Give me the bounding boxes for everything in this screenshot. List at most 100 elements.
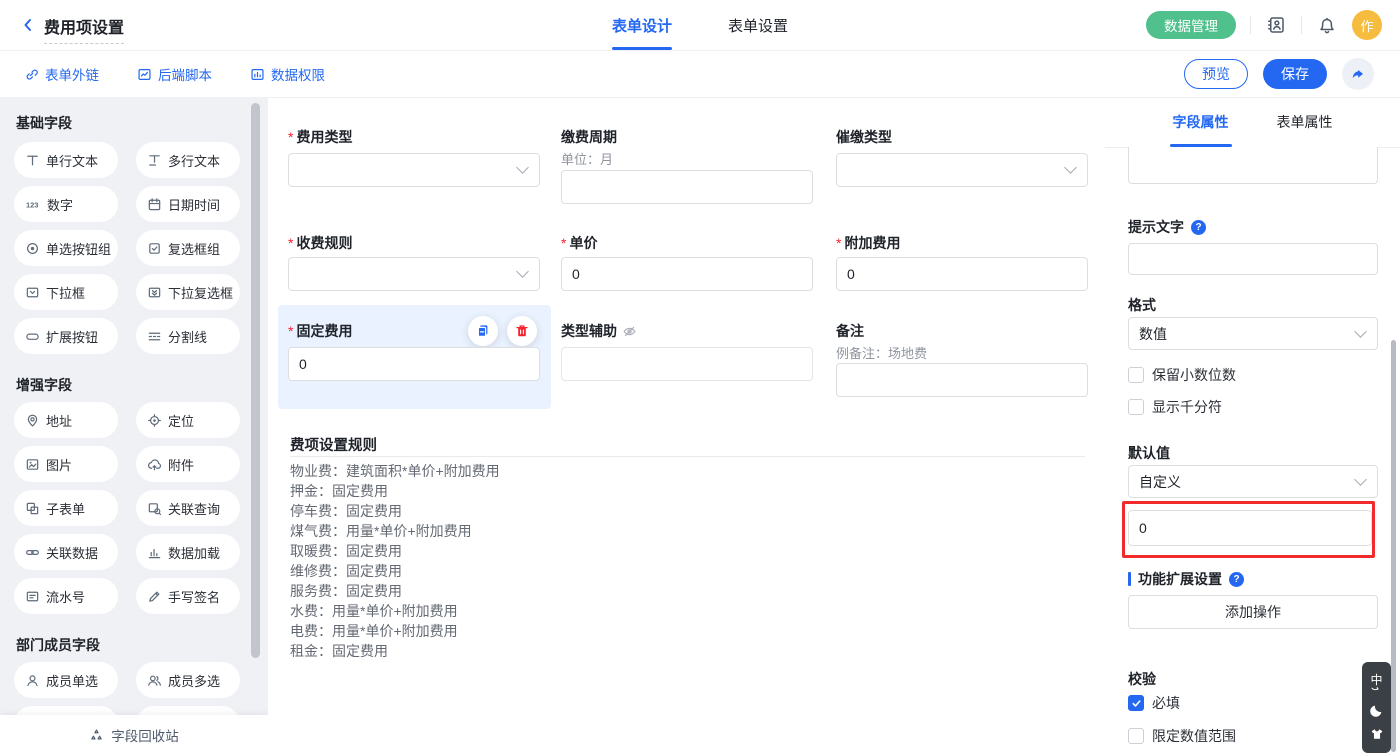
recycle-bin-label: 字段回收站 [111,725,179,745]
sidebar-item-multiline-text[interactable]: 多行文本 [136,142,240,178]
tab-form-properties[interactable]: 表单属性 [1277,97,1333,147]
fee-type-select[interactable] [288,153,540,187]
properties-panel: 字段属性 表单属性 提示文字 ? 格式 数值 保留小数位数 显示千分符 默认值 … [1105,97,1400,755]
sidebar-item-locate[interactable]: 定位 [136,402,240,438]
field-label-fee-type: *费用类型 [288,127,352,147]
thousands-checkbox[interactable]: 显示千分符 [1128,397,1222,417]
help-icon[interactable]: ? [1191,220,1206,235]
chevron-down-icon [1064,161,1077,174]
tab-form-settings[interactable]: 表单设置 [728,0,788,50]
decimal-checkbox[interactable]: 保留小数位数 [1128,365,1236,385]
app-root: 费用项设置 表单设计 表单设置 数据管理 作 [0,0,1400,755]
sidebar-item-signature[interactable]: 手写签名 [136,578,240,614]
copy-icon [475,323,491,339]
sidebar-item-member-single[interactable]: 成员单选 [14,662,118,698]
notification-bell-icon[interactable] [1316,14,1338,36]
charge-rule-select[interactable] [288,257,540,291]
sidebar-item-serial-number[interactable]: 流水号 [14,578,118,614]
chevron-down-icon [516,161,529,174]
sidebar-item-label: 流水号 [46,587,85,606]
avatar[interactable]: 作 [1352,10,1382,40]
tab-form-design[interactable]: 表单设计 [612,0,672,50]
sidebar-item-address[interactable]: 地址 [14,402,118,438]
sidebar-item-data-load[interactable]: 数据加载 [136,534,240,570]
data-permission-action[interactable]: 数据权限 [250,64,325,84]
toolbar-buttons: 预览 保存 [1184,51,1374,97]
save-button[interactable]: 保存 [1263,59,1327,89]
tip-text-label: 提示文字 ? [1128,217,1206,237]
type-assist-input[interactable] [561,347,813,381]
rule-line: 服务费：固定费用 [290,581,1085,601]
default-value-input[interactable] [1128,510,1372,546]
datetime-icon [147,197,162,212]
sidebar-item-linked-data[interactable]: 关联数据 [14,534,118,570]
sidebar-item-multi-select[interactable]: 下拉复选框 [136,274,240,310]
sidebar-item-image[interactable]: 图片 [14,446,118,482]
sidebar-scrollbar[interactable] [251,103,260,658]
tip-text-input[interactable] [1128,243,1378,275]
default-value-select[interactable]: 自定义 [1128,465,1378,498]
range-limit-checkbox[interactable]: 限定数值范围 [1128,726,1236,746]
sidebar-item-divider-line[interactable]: 分割线 [136,318,240,354]
language-toggle[interactable]: 中 [1370,674,1382,693]
required-mark: * [288,323,293,339]
image-icon [25,457,40,472]
linked-query-icon [147,501,162,516]
sidebar-item-single-line-text[interactable]: 单行文本 [14,142,118,178]
required-mark: * [288,129,293,145]
sidebar-item-checkbox-group[interactable]: 复选框组 [136,230,240,266]
sidebar-item-extend-button[interactable]: 扩展按钮 [14,318,118,354]
rule-line: 取暖费：固定费用 [290,541,1085,561]
checkbox-unchecked [1128,728,1144,744]
required-checkbox[interactable]: 必填 [1128,693,1180,713]
sidebar-item-datetime[interactable]: 日期时间 [136,186,240,222]
sub-toolbar: 表单外链 后端脚本 数据权限 预览 保存 [0,51,1400,98]
section-title-members: 部门成员字段 [16,635,100,655]
add-action-button[interactable]: 添加操作 [1128,595,1378,629]
sidebar-item-subform[interactable]: 子表单 [14,490,118,526]
pay-cycle-input[interactable] [561,170,813,204]
trash-icon [514,323,530,339]
sidebar-item-member-multi[interactable]: 成员多选 [136,662,240,698]
theme-shirt-icon[interactable] [1370,727,1384,741]
sidebar-item-linked-query[interactable]: 关联查询 [136,490,240,526]
share-button[interactable] [1342,58,1374,90]
field-name-input-partial[interactable] [1128,147,1378,184]
field-label-charge-rule: *收费规则 [288,233,352,253]
extra-fee-input[interactable] [836,257,1088,291]
sidebar-item-label: 多行文本 [168,151,220,170]
backend-script-label: 后端脚本 [158,64,212,84]
sidebar-item-attachment[interactable]: 附件 [136,446,240,482]
field-label-type-assist: 类型辅助 [561,321,637,341]
sidebar-item-radio-group[interactable]: 单选按钮组 [14,230,118,266]
external-link-action[interactable]: 表单外链 [24,64,99,84]
unit-price-input[interactable] [561,257,813,291]
dark-mode-moon-icon[interactable] [1369,703,1384,718]
sidebar-item-select[interactable]: 下拉框 [14,274,118,310]
format-select[interactable]: 数值 [1128,317,1378,350]
switch-arrow-icon [1371,687,1381,693]
fixed-fee-input[interactable] [288,347,540,381]
remark-input[interactable] [836,363,1088,397]
section-title-enhanced: 增强字段 [16,375,72,395]
contact-book-icon[interactable] [1265,14,1287,36]
tab-field-properties[interactable]: 字段属性 [1173,97,1229,147]
help-icon[interactable]: ? [1229,572,1244,587]
required-mark: * [561,235,566,251]
delete-field-button[interactable] [507,316,537,346]
sidebar-item-label: 数字 [47,195,73,214]
field-recycle-bin[interactable]: 字段回收站 [0,715,268,755]
sidebar-item-number[interactable]: 123 数字 [14,186,118,222]
urge-type-select[interactable] [836,153,1088,187]
backend-script-action[interactable]: 后端脚本 [137,64,212,84]
panel-scrollbar[interactable] [1391,340,1396,752]
field-library-sidebar: 基础字段 单行文本 多行文本 123 数字 日期时间 单选按钮组 复选框组 下拉… [0,97,268,755]
data-manage-button[interactable]: 数据管理 [1146,11,1236,39]
validation-label: 校验 [1128,669,1156,689]
duplicate-field-button[interactable] [468,316,498,346]
field-label-pay-cycle: 缴费周期 [561,127,617,147]
sidebar-item-label: 成员多选 [168,671,220,690]
rules-divider [290,456,1085,457]
preview-button[interactable]: 预览 [1184,59,1248,89]
toolbar-links: 表单外链 后端脚本 数据权限 [24,51,325,97]
